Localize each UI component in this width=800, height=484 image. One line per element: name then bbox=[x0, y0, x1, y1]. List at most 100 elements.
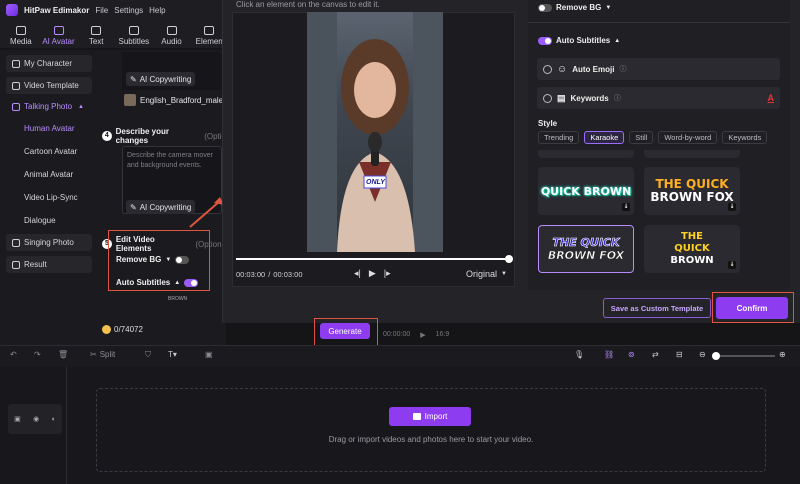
remove-bg-toggle-right[interactable] bbox=[538, 3, 552, 12]
magic-wand-icon: ✎ bbox=[130, 74, 137, 84]
sidebar-item-label: Video Template bbox=[24, 81, 79, 90]
tab-label: Elemen bbox=[195, 37, 223, 46]
tab-label: Subtitles bbox=[118, 37, 150, 46]
menu-help[interactable]: Help bbox=[149, 6, 165, 15]
style-tab-trending[interactable]: Trending bbox=[538, 131, 580, 144]
info-icon[interactable]: ⓘ bbox=[614, 93, 621, 103]
play-icon[interactable]: ▶ bbox=[369, 268, 376, 279]
link-icon[interactable]: ⛓ bbox=[604, 350, 614, 359]
media-drop-zone[interactable] bbox=[96, 388, 766, 472]
menu-settings[interactable]: Settings bbox=[114, 6, 143, 15]
subtitle-style-card-1[interactable]: QUICK BROWN ↓ bbox=[538, 167, 634, 215]
redo-icon[interactable]: ↷ bbox=[34, 350, 41, 359]
microphone-icon[interactable]: 🎙 bbox=[574, 350, 584, 359]
tab-audio[interactable]: Audio bbox=[153, 26, 191, 46]
style-tabs: Trending Karaoke Still Word-by-word Keyw… bbox=[538, 131, 768, 144]
tab-media[interactable]: Media bbox=[2, 26, 40, 46]
sidebar-sub-video-lipsync[interactable]: Video Lip-Sync bbox=[24, 193, 78, 202]
download-icon[interactable]: ↓ bbox=[622, 203, 630, 211]
font-color-icon[interactable]: A bbox=[768, 93, 775, 103]
tab-ai-avatar[interactable]: AI Avatar bbox=[40, 26, 78, 46]
style-tab-keywords[interactable]: Keywords bbox=[722, 131, 768, 144]
progress-handle[interactable] bbox=[505, 255, 513, 263]
delete-icon[interactable]: 🗑 bbox=[58, 350, 68, 359]
sidebar-item-singing-photo[interactable]: Singing Photo bbox=[6, 234, 92, 251]
credits-count: 0/74072 bbox=[114, 325, 143, 334]
sidebar: My Character Video Template Talking Phot… bbox=[0, 50, 98, 345]
music-photo-icon bbox=[12, 238, 20, 247]
card-text: THE QUICK bbox=[552, 236, 620, 250]
ai-copywriting-button-2[interactable]: ✎ AI Copywriting bbox=[126, 200, 196, 214]
auto-emoji-checkbox[interactable] bbox=[543, 64, 552, 74]
download-icon[interactable]: ↓ bbox=[728, 203, 736, 211]
only-sticker-text[interactable]: ONLY bbox=[366, 179, 385, 186]
chevron-up-icon: ▲ bbox=[78, 103, 84, 110]
download-icon[interactable]: ↓ bbox=[728, 261, 736, 269]
media-icon bbox=[15, 26, 26, 35]
keywords-checkbox[interactable] bbox=[543, 93, 552, 103]
zoom-slider-handle[interactable] bbox=[712, 352, 720, 360]
sidebar-item-talking-photo[interactable]: Talking Photo ▲ bbox=[6, 98, 92, 115]
ratio-dropdown[interactable]: Original ▼ bbox=[466, 269, 507, 279]
style-tab-karaoke[interactable]: Karaoke bbox=[584, 131, 625, 144]
playback-progress[interactable] bbox=[236, 258, 510, 260]
photo-icon bbox=[12, 102, 20, 111]
tab-text[interactable]: Text bbox=[77, 26, 115, 46]
split-button[interactable]: ✂ Split bbox=[90, 350, 115, 359]
sidebar-item-result[interactable]: Result bbox=[6, 256, 92, 273]
zoom-in-icon[interactable]: ⊕ bbox=[779, 350, 786, 359]
image-icon[interactable]: ▣ bbox=[205, 350, 213, 359]
fit-icon[interactable]: ⊟ bbox=[676, 350, 683, 359]
subtitle-style-card-2[interactable]: THE QUICK BROWN FOX ↓ bbox=[644, 167, 740, 215]
step4-heading: 4 Describe your changes (Optio bbox=[102, 127, 226, 145]
divider bbox=[528, 22, 790, 23]
chevron-up-icon[interactable]: ▲ bbox=[614, 38, 620, 44]
style-tab-still[interactable]: Still bbox=[629, 131, 654, 144]
app-window: HitPaw Edimakor File Settings Help Media… bbox=[0, 0, 800, 484]
zoom-out-icon[interactable]: ⊖ bbox=[699, 350, 706, 359]
save-custom-template-button[interactable]: Save as Custom Template bbox=[603, 298, 711, 318]
step4-title: Describe your changes bbox=[115, 127, 169, 145]
menu-file[interactable]: File bbox=[95, 6, 108, 15]
avatar-photo[interactable]: ONLY bbox=[307, 12, 443, 252]
toggle-knob bbox=[545, 37, 551, 44]
credits-display: 0/74072 bbox=[102, 325, 143, 334]
zoom-slider[interactable] bbox=[713, 355, 775, 357]
lock-icon[interactable]: ▣ bbox=[14, 415, 21, 423]
video-icon bbox=[12, 81, 20, 90]
sidebar-item-video-template[interactable]: Video Template bbox=[6, 77, 92, 94]
voice-selector[interactable]: English_Bradford_male bbox=[124, 94, 223, 106]
sidebar-sub-animal-avatar[interactable]: Animal Avatar bbox=[24, 170, 73, 179]
chain-icon[interactable]: ⇄ bbox=[652, 350, 659, 359]
main-tabs: Media AI Avatar Text Subtitles Audio Ele… bbox=[0, 20, 230, 48]
info-icon[interactable]: ⓘ bbox=[619, 64, 626, 74]
sidebar-item-my-character[interactable]: My Character bbox=[6, 55, 92, 72]
chevron-down-icon[interactable]: ▼ bbox=[605, 5, 611, 11]
text-tool-icon[interactable]: T▾ bbox=[168, 350, 177, 359]
subtitle-style-card-3[interactable]: THE QUICK BROWN FOX bbox=[538, 225, 634, 273]
eye-icon[interactable]: ◉ bbox=[33, 415, 39, 423]
import-button[interactable]: Import bbox=[389, 407, 471, 426]
subtitle-style-card-4[interactable]: THE QUICK BROWN ↓ bbox=[644, 225, 740, 273]
toggle-knob bbox=[539, 4, 545, 11]
shield-icon[interactable]: ⛉ bbox=[145, 350, 151, 360]
keywords-label: Keywords bbox=[570, 93, 609, 103]
prev-frame-icon[interactable]: ◂| bbox=[354, 268, 361, 279]
sidebar-sub-human-avatar[interactable]: Human Avatar bbox=[24, 124, 75, 133]
auto-subtitles-toggle-right[interactable] bbox=[538, 36, 552, 45]
next-frame-icon[interactable]: |▸ bbox=[384, 268, 391, 279]
keywords-icon: ▤ bbox=[557, 92, 566, 103]
style-tab-word-by-word[interactable]: Word-by-word bbox=[658, 131, 718, 144]
tab-label: Media bbox=[9, 37, 32, 46]
sidebar-sub-dialogue[interactable]: Dialogue bbox=[24, 216, 56, 225]
magnet-icon[interactable]: ⊚ bbox=[628, 350, 635, 359]
sidebar-sub-cartoon-avatar[interactable]: Cartoon Avatar bbox=[24, 147, 77, 156]
play-icon[interactable]: ▶ bbox=[420, 331, 425, 339]
arrow-annotation bbox=[189, 197, 224, 228]
ai-copywriting-button[interactable]: ✎ AI Copywriting bbox=[126, 72, 196, 86]
time-display: 00:03:00 / 00:03:00 bbox=[236, 270, 303, 279]
mute-icon[interactable]: ◐ bbox=[52, 416, 56, 423]
undo-icon[interactable]: ↶ bbox=[10, 350, 17, 359]
preview-mini-controls: 00:00:00 ▶ 16:9 bbox=[383, 331, 449, 339]
tab-subtitles[interactable]: Subtitles bbox=[115, 26, 153, 46]
